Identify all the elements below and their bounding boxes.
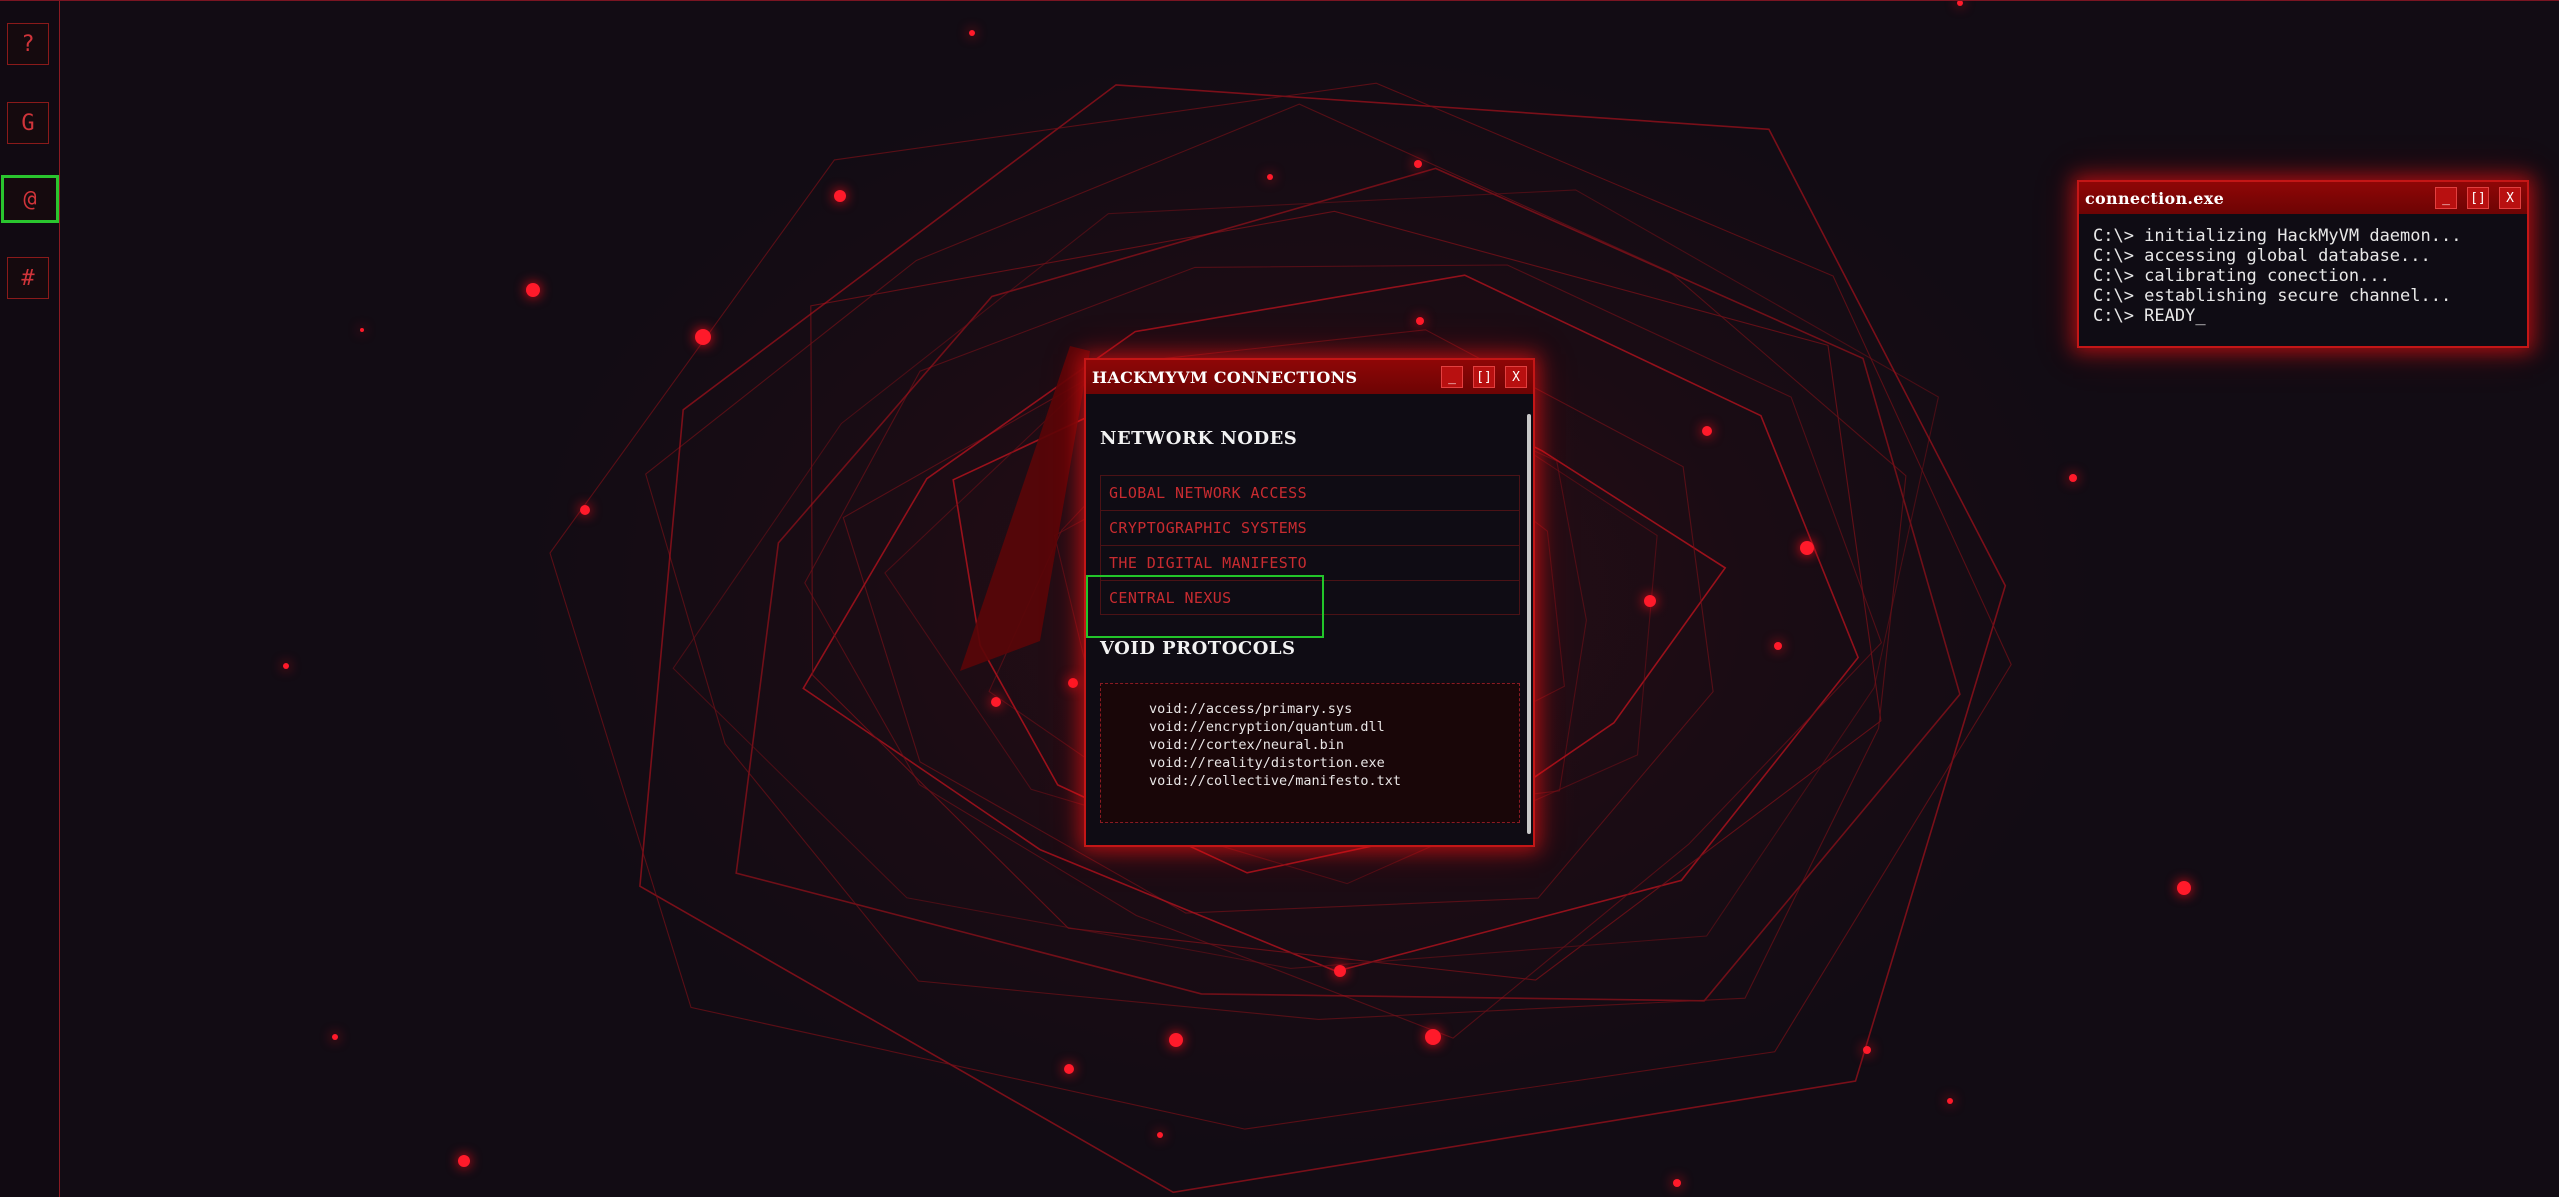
void-protocol-line: void://collective/manifesto.txt — [1149, 773, 1401, 789]
glow-particle — [1068, 678, 1078, 688]
glow-particle — [1157, 1132, 1163, 1138]
glow-particle — [580, 505, 590, 515]
window-content: NETWORK NODES GLOBAL NETWORK ACCESS CRYP… — [1086, 394, 1533, 847]
glow-particle — [1957, 1, 1963, 6]
glow-particle — [1800, 541, 1814, 555]
glow-particle — [1673, 1179, 1681, 1187]
glow-particle — [1702, 426, 1712, 436]
desktop-background: ? G @ # HACKMYVM CONNECTIONS _ [] X NETW… — [0, 0, 2559, 1197]
hash-button[interactable]: # — [7, 257, 49, 299]
close-button[interactable]: X — [1505, 366, 1527, 388]
glow-particle — [1425, 1029, 1441, 1045]
glow-particle — [969, 30, 975, 36]
glow-particle — [1644, 595, 1656, 607]
help-button[interactable]: ? — [7, 23, 49, 65]
glow-particle — [991, 697, 1001, 707]
node-cryptographic-systems[interactable]: CRYPTOGRAPHIC SYSTEMS — [1100, 510, 1520, 545]
sidebar: ? G @ # — [0, 1, 60, 1197]
glow-particle — [1334, 965, 1346, 977]
void-protocol-line: void://reality/distortion.exe — [1149, 755, 1385, 771]
window-titlebar[interactable]: connection.exe _ [] X — [2079, 182, 2527, 214]
close-button[interactable]: X — [2499, 187, 2521, 209]
scrollbar[interactable] — [1527, 414, 1531, 834]
void-protocol-line: void://cortex/neural.bin — [1149, 737, 1345, 753]
glow-particle — [283, 663, 289, 669]
node-central-nexus[interactable]: CENTRAL NEXUS — [1100, 580, 1520, 615]
glow-particle — [1774, 642, 1782, 650]
connection-console-window: connection.exe _ [] X C:\> initializing … — [2077, 180, 2529, 348]
g-button[interactable]: G — [7, 102, 49, 144]
glow-particle — [1064, 1064, 1074, 1074]
console-line: C:\> establishing secure channel... — [2093, 286, 2452, 306]
maximize-button[interactable]: [] — [1473, 366, 1495, 388]
window-titlebar[interactable]: HACKMYVM CONNECTIONS _ [] X — [1086, 360, 1533, 394]
glow-particle — [1947, 1098, 1953, 1104]
console-line: C:\> READY_ — [2093, 306, 2206, 326]
glow-particle — [2069, 474, 2077, 482]
node-global-network-access[interactable]: GLOBAL NETWORK ACCESS — [1100, 475, 1520, 510]
glow-particle — [1169, 1033, 1183, 1047]
void-protocols-box: void://access/primary.sys void://encrypt… — [1100, 683, 1520, 823]
maximize-button[interactable]: [] — [2467, 187, 2489, 209]
void-protocols-heading: VOID PROTOCOLS — [1100, 638, 1296, 659]
console-line: C:\> accessing global database... — [2093, 246, 2431, 266]
window-title: HACKMYVM CONNECTIONS — [1092, 367, 1358, 387]
minimize-button[interactable]: _ — [1441, 366, 1463, 388]
glow-particle — [1414, 160, 1422, 168]
glow-particle — [1267, 174, 1273, 180]
at-button[interactable]: @ — [1, 175, 59, 223]
minimize-button[interactable]: _ — [2435, 187, 2457, 209]
glow-particle — [526, 283, 540, 297]
node-digital-manifesto[interactable]: THE DIGITAL MANIFESTO — [1100, 545, 1520, 580]
glow-particle — [332, 1034, 338, 1040]
network-node-list: GLOBAL NETWORK ACCESS CRYPTOGRAPHIC SYST… — [1100, 475, 1520, 615]
void-protocol-line: void://access/primary.sys — [1149, 701, 1353, 717]
console-line: C:\> initializing HackMyVM daemon... — [2093, 226, 2462, 246]
glow-particle — [695, 329, 711, 345]
glow-particle — [1863, 1046, 1871, 1054]
glow-particle — [458, 1155, 470, 1167]
glow-particle — [360, 328, 364, 332]
hackmyvm-connections-window: HACKMYVM CONNECTIONS _ [] X NETWORK NODE… — [1084, 358, 1535, 847]
red-shard-shape — [960, 346, 1090, 671]
console-output: C:\> initializing HackMyVM daemon... C:\… — [2079, 214, 2527, 338]
glow-particle — [1416, 317, 1424, 325]
network-nodes-heading: NETWORK NODES — [1100, 428, 1298, 449]
window-title: connection.exe — [2085, 188, 2225, 208]
glow-particle — [2177, 881, 2191, 895]
glow-particle — [834, 190, 846, 202]
console-line: C:\> calibrating conection... — [2093, 266, 2390, 286]
void-protocol-line: void://encryption/quantum.dll — [1149, 719, 1385, 735]
